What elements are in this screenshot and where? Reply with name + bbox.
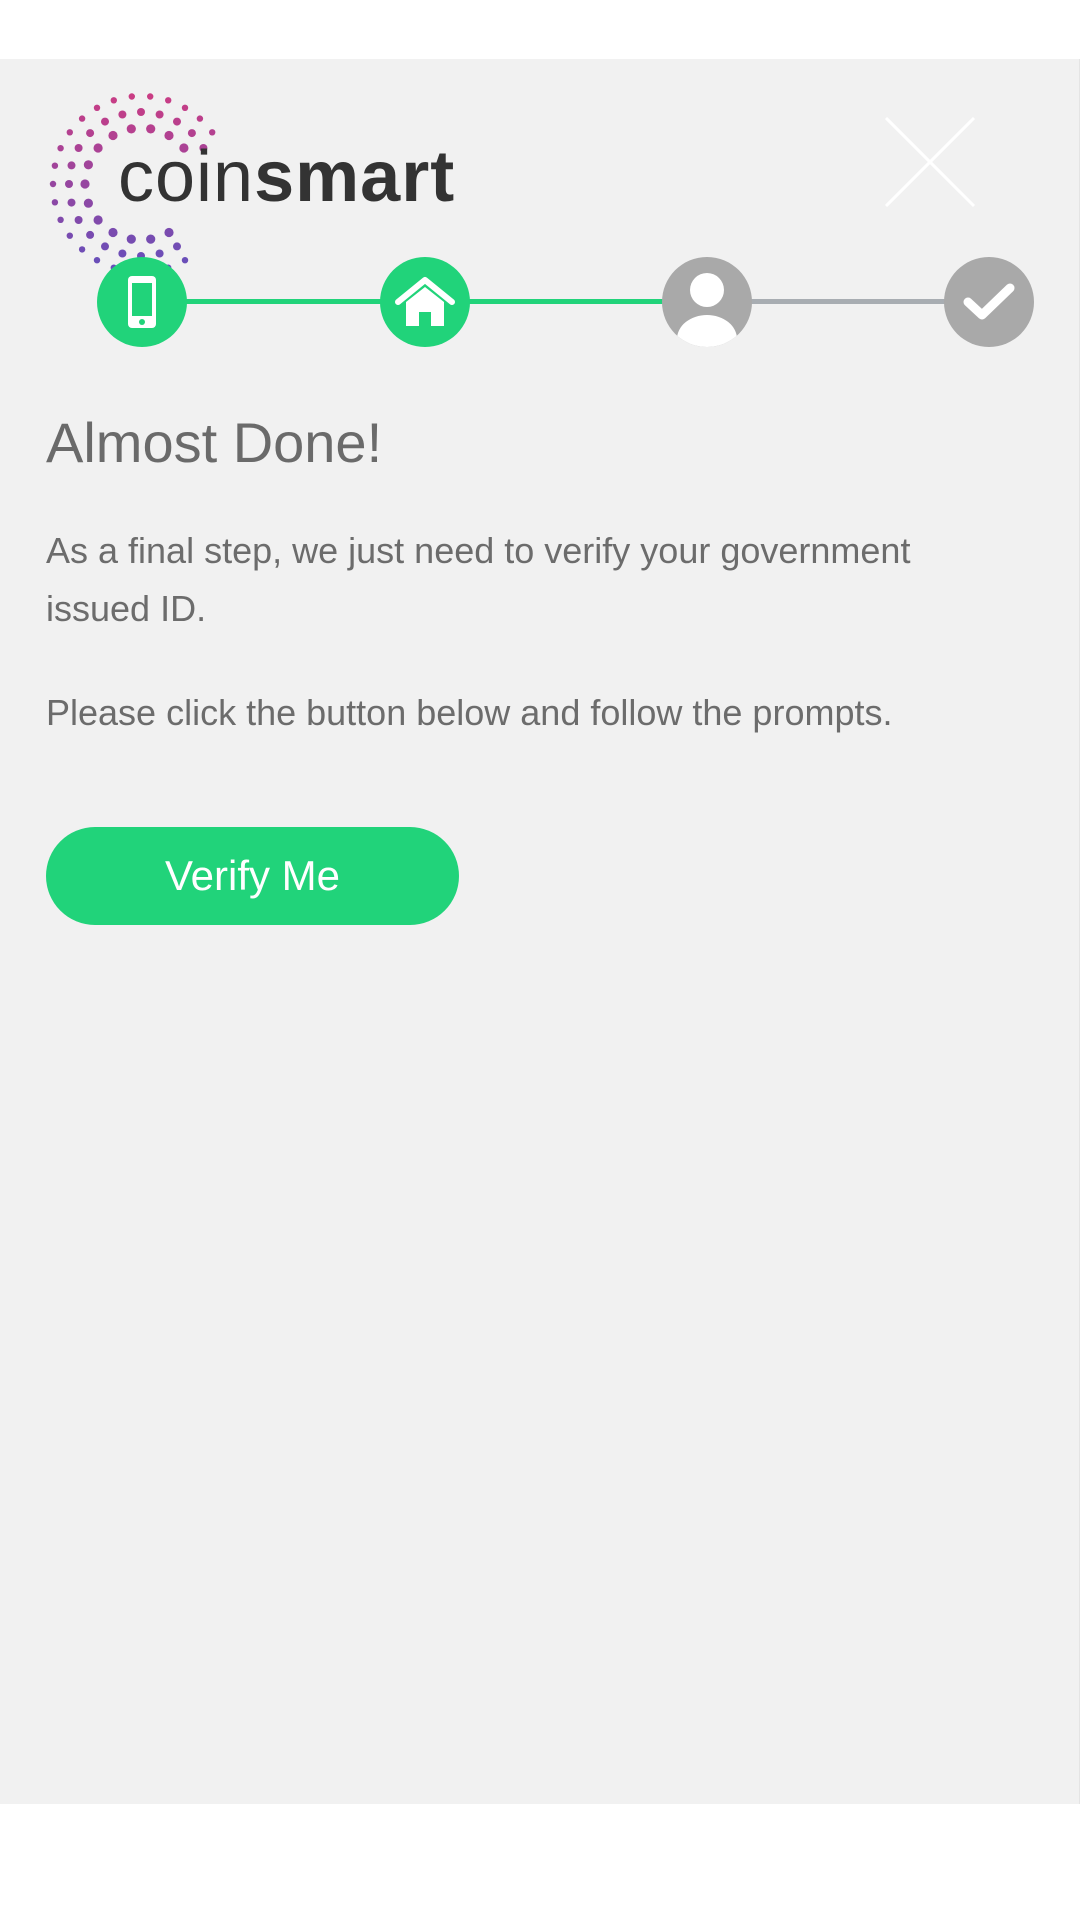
- prompt-text: Please click the button below and follow…: [46, 692, 893, 733]
- page-title: Almost Done!: [46, 411, 383, 474]
- logo-text-bold: smart: [254, 137, 456, 217]
- verify-me-button[interactable]: Verify Me: [46, 827, 459, 925]
- close-button[interactable]: [884, 116, 976, 208]
- phone-icon: [128, 276, 156, 328]
- progress-stepper: [0, 247, 1080, 347]
- user-icon: [677, 273, 737, 347]
- close-icon: [884, 116, 976, 208]
- step-identity: [662, 257, 752, 347]
- logo-text-light: coin: [118, 137, 255, 217]
- check-icon: [963, 283, 1015, 320]
- instruction-text: As a final step, we just need to verify …: [46, 530, 911, 629]
- screen: coinsmart Almost Done! As a final step, …: [0, 0, 1080, 1932]
- step-home: [380, 257, 470, 347]
- logo-wordmark: coinsmart: [118, 141, 455, 213]
- home-icon: [395, 277, 455, 326]
- step-complete: [944, 257, 1034, 347]
- verification-panel: coinsmart Almost Done! As a final step, …: [0, 59, 1080, 1804]
- step-phone: [97, 257, 187, 347]
